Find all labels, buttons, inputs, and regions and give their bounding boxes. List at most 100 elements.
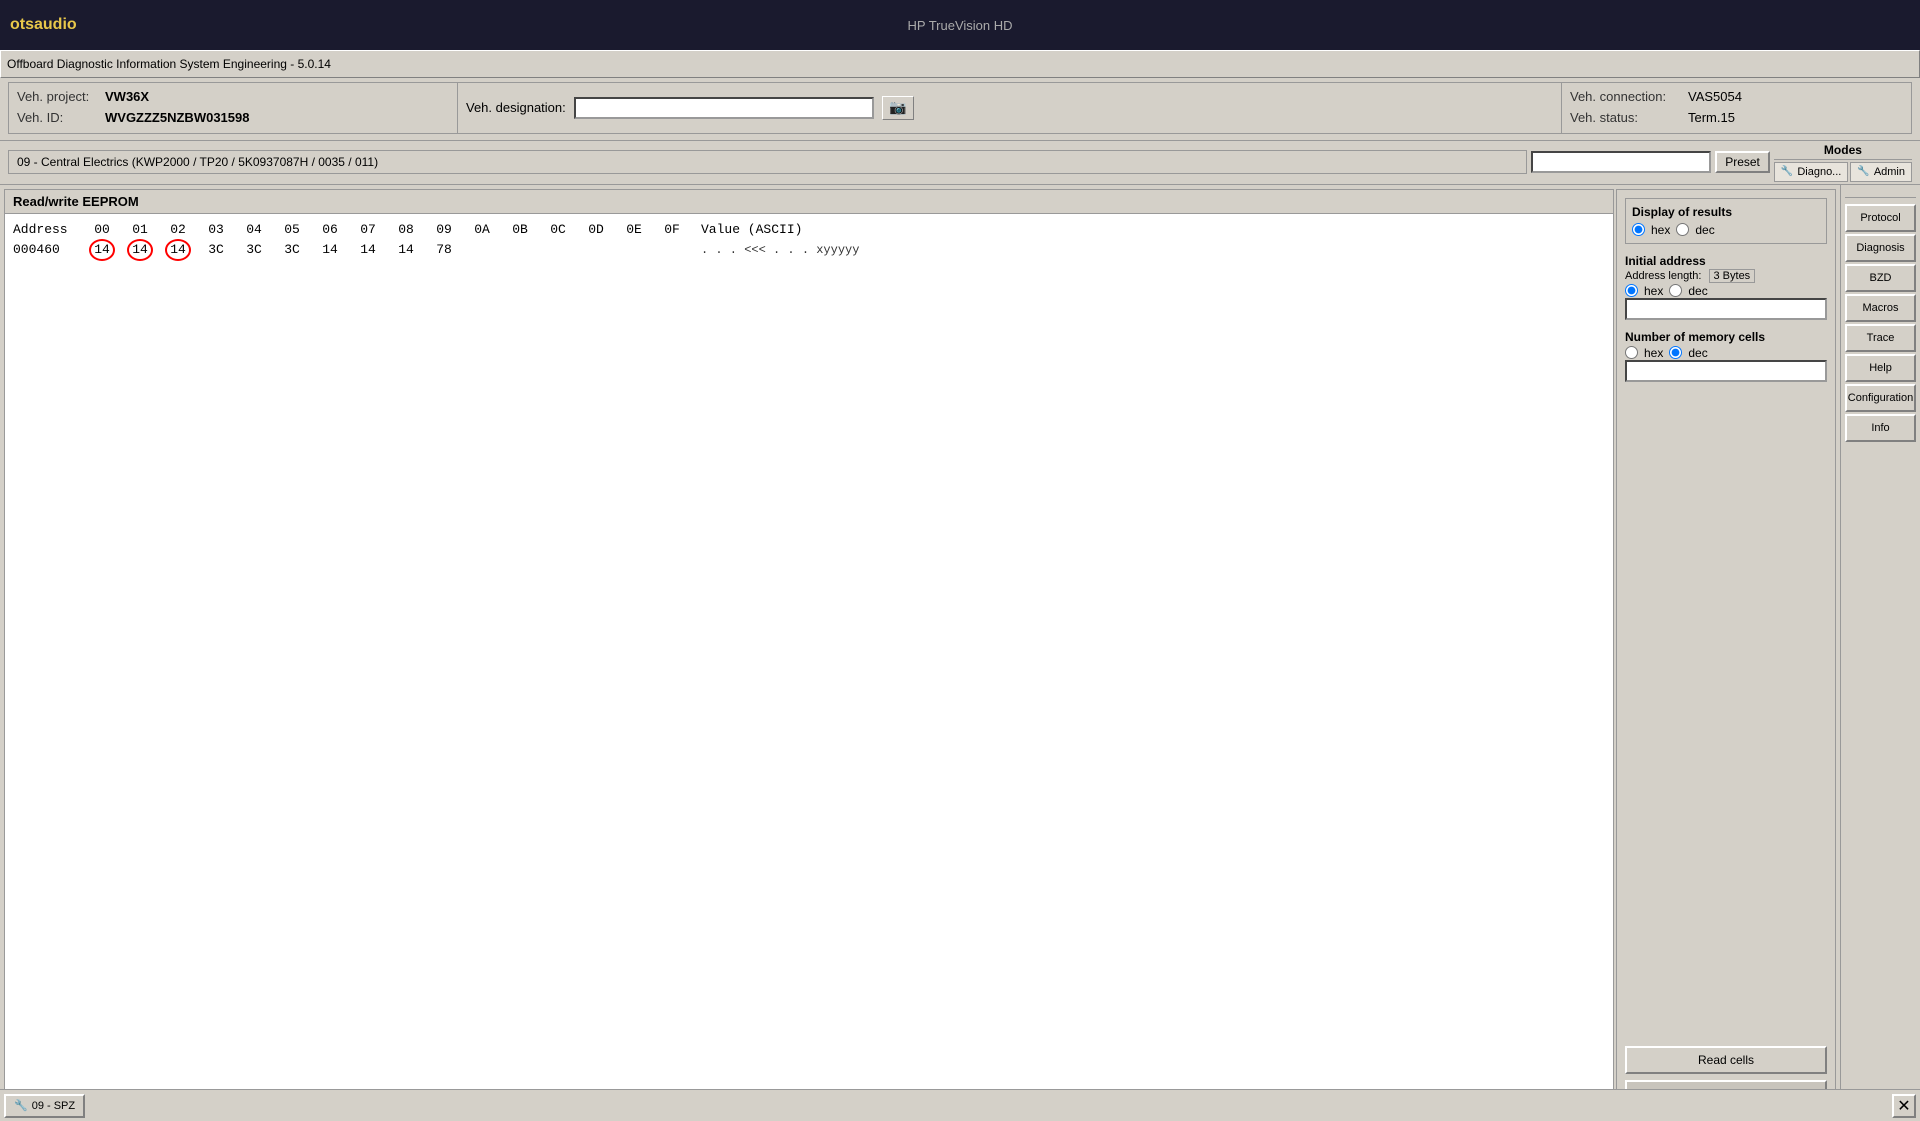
byte-06[interactable]: 14 (311, 242, 349, 257)
address-length-label: Address length: 3 Bytes (1625, 270, 1827, 282)
memory-cells-input[interactable]: 10 (1625, 360, 1827, 382)
sidebar-macros-btn[interactable]: Macros (1845, 294, 1916, 322)
display-results-title: Display of results (1632, 205, 1820, 219)
modes-title: Modes (1774, 143, 1912, 160)
read-cells-button[interactable]: Read cells (1625, 1046, 1827, 1074)
app-logo: otsaudio (10, 16, 77, 34)
app-container: Offboard Diagnostic Information System E… (0, 50, 1920, 1121)
col-05: 05 (273, 222, 311, 237)
cells-hex-label: hex (1644, 346, 1663, 360)
cells-hex-radio[interactable] (1625, 346, 1638, 359)
eeprom-header-row: Address 00 01 02 03 04 05 06 07 08 09 0A… (13, 222, 1605, 237)
taskbar-spz-item[interactable]: 🔧 09 - SPZ (4, 1094, 85, 1118)
col-0F: 0F (653, 222, 691, 237)
col-04: 04 (235, 222, 273, 237)
designation-label: Veh. designation: (466, 100, 566, 115)
monitor-label: HP TrueVision HD (907, 18, 1012, 33)
col-06: 06 (311, 222, 349, 237)
address-hex-radio[interactable] (1625, 284, 1638, 297)
row-address: 000460 (13, 242, 83, 257)
col-0B: 0B (501, 222, 539, 237)
sidebar-info-btn[interactable]: Info (1845, 414, 1916, 442)
byte-01[interactable]: 14 (121, 239, 159, 261)
admin-label: Admin (1874, 166, 1905, 178)
byte-07[interactable]: 14 (349, 242, 387, 257)
content-area: Read/write EEPROM Address 00 01 02 03 04… (0, 185, 1920, 1121)
diagnose-button[interactable]: 🔧 Diagno... (1774, 162, 1848, 182)
vehicle-designation: Veh. designation: 📷 (458, 82, 1562, 134)
display-results-section: Display of results hex dec (1625, 198, 1827, 244)
sidebar-bzd-btn[interactable]: BZD (1845, 264, 1916, 292)
byte-00[interactable]: 14 (83, 239, 121, 261)
module-text: 09 - Central Electrics (KWP2000 / TP20 /… (17, 155, 378, 169)
cells-dec-label: dec (1688, 346, 1707, 360)
address-hex-label: hex (1644, 284, 1663, 298)
project-value: VW36X (105, 87, 149, 108)
memory-cells-title: Number of memory cells (1625, 330, 1827, 344)
top-bar: otsaudio HP TrueVision HD (0, 0, 1920, 50)
main-panel: Read/write EEPROM Address 00 01 02 03 04… (4, 189, 1614, 1117)
display-hex-radio[interactable] (1632, 223, 1645, 236)
preset-button[interactable]: Preset (1715, 151, 1770, 173)
display-hex-label: hex (1651, 223, 1670, 237)
display-dec-radio[interactable] (1676, 223, 1689, 236)
modes-sidebar: Protocol Diagnosis BZD Macros Trace Help… (1840, 185, 1920, 1121)
status-value: Term.15 (1688, 108, 1735, 129)
col-0E: 0E (615, 222, 653, 237)
eeprom-row-000460: 000460 14 14 14 3C 3C 3C 14 14 14 78 (13, 239, 1605, 261)
designation-icon-btn[interactable]: 📷 (882, 96, 914, 120)
col-0D: 0D (577, 222, 615, 237)
admin-button[interactable]: 🔧 Admin (1850, 162, 1912, 182)
cells-format-row: hex dec (1625, 346, 1827, 360)
byte-02[interactable]: 14 (159, 239, 197, 261)
byte-03[interactable]: 3C (197, 242, 235, 257)
panel-title: Read/write EEPROM (5, 190, 1613, 214)
sidebar-trace-btn[interactable]: Trace (1845, 324, 1916, 352)
window-title: Offboard Diagnostic Information System E… (7, 57, 331, 71)
sidebar-configuration-btn[interactable]: Configuration (1845, 384, 1916, 412)
taskbar-item-label: 09 - SPZ (32, 1100, 75, 1112)
col-ascii: Value (ASCII) (701, 222, 802, 237)
initial-address-input[interactable]: 460 (1625, 298, 1827, 320)
sidebar-protocol-btn[interactable]: Protocol (1845, 204, 1916, 232)
diagnose-label: Diagno... (1797, 166, 1841, 178)
project-label: Veh. project: (17, 87, 97, 108)
sidebar-diagnosis-btn[interactable]: Diagnosis (1845, 234, 1916, 262)
col-01: 01 (121, 222, 159, 237)
id-value: WVGZZZ5NZBW031598 (105, 108, 249, 129)
display-hex-row: hex dec (1632, 223, 1820, 237)
col-0A: 0A (463, 222, 501, 237)
preset-input[interactable] (1531, 151, 1711, 173)
col-07: 07 (349, 222, 387, 237)
byte-08[interactable]: 14 (387, 242, 425, 257)
bottom-taskbar: 🔧 09 - SPZ ✕ (0, 1089, 1920, 1121)
address-length-value: 3 Bytes (1709, 269, 1756, 283)
col-09: 09 (425, 222, 463, 237)
designation-input[interactable] (574, 97, 874, 119)
byte-09[interactable]: 78 (425, 242, 463, 257)
address-dec-radio[interactable] (1669, 284, 1682, 297)
sidebar-modes-title (1845, 189, 1916, 198)
connection-label: Veh. connection: (1570, 87, 1680, 108)
col-08: 08 (387, 222, 425, 237)
taskbar-right: ✕ (1892, 1094, 1916, 1118)
memory-cells-group: Number of memory cells hex dec 10 (1625, 326, 1827, 382)
id-label: Veh. ID: (17, 108, 97, 129)
preset-area: Preset (1531, 151, 1770, 173)
byte-05[interactable]: 3C (273, 242, 311, 257)
col-03: 03 (197, 222, 235, 237)
address-format-row: hex dec (1625, 284, 1827, 298)
close-btn[interactable]: ✕ (1892, 1094, 1916, 1118)
vehicle-left-info: Veh. project: VW36X Veh. ID: WVGZZZ5NZBW… (8, 82, 458, 134)
address-dec-label: dec (1688, 284, 1707, 298)
col-02: 02 (159, 222, 197, 237)
byte-04[interactable]: 3C (235, 242, 273, 257)
sidebar-help-btn[interactable]: Help (1845, 354, 1916, 382)
col-00: 00 (83, 222, 121, 237)
header-section: Veh. project: VW36X Veh. ID: WVGZZZ5NZBW… (0, 78, 1920, 141)
col-address: Address (13, 222, 83, 237)
col-0C: 0C (539, 222, 577, 237)
status-label: Veh. status: (1570, 108, 1680, 129)
vehicle-info-row: Veh. project: VW36X Veh. ID: WVGZZZ5NZBW… (8, 82, 1912, 134)
cells-dec-radio[interactable] (1669, 346, 1682, 359)
